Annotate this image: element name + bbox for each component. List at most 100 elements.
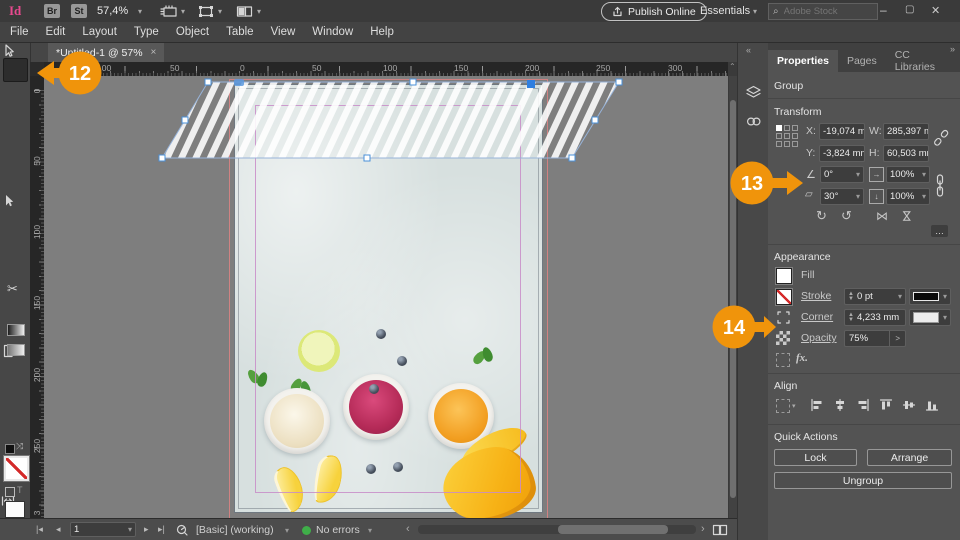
scale-y-field[interactable]: 100% ▾	[886, 188, 930, 205]
rotation-chevron-icon[interactable]: ▾	[854, 170, 860, 179]
stepper-arrows-icon[interactable]: ▲ ▼	[848, 312, 854, 323]
search-input[interactable]	[781, 5, 866, 18]
workspace-chevron-icon[interactable]: ▾	[753, 7, 757, 16]
error-status[interactable]: No errors	[316, 524, 360, 536]
arrange-documents-chevron-icon[interactable]: ▾	[257, 7, 261, 16]
links-panel-icon[interactable]	[745, 115, 763, 128]
rotate-ccw-icon[interactable]: ↺	[841, 208, 852, 224]
view-options-icon[interactable]	[160, 5, 178, 18]
horizontal-scrollbar-thumb[interactable]	[558, 525, 668, 534]
page-chevron-icon[interactable]: ▾	[126, 525, 132, 534]
horizontal-scrollbar[interactable]	[418, 525, 696, 534]
preset-chevron-icon[interactable]: ▾	[285, 526, 289, 535]
menu-type[interactable]: Type	[134, 26, 159, 38]
swap-fill-stroke-icon[interactable]	[5, 444, 15, 454]
stepper-arrows-icon[interactable]: ▲ ▼	[848, 291, 854, 302]
opacity-field[interactable]: 75% >	[844, 330, 906, 347]
x-field[interactable]: -19,074 mm	[819, 123, 865, 140]
align-to-selector[interactable]: ▾	[776, 399, 796, 413]
stroke-weight-chevron-icon[interactable]: ▾	[896, 292, 902, 301]
panel-expand-icon[interactable]: »	[950, 44, 955, 54]
menu-edit[interactable]: Edit	[46, 26, 66, 38]
flip-vertical-icon[interactable]: ⋈	[900, 210, 914, 222]
stock-button[interactable]: St	[71, 4, 87, 18]
close-button[interactable]: ✕	[931, 4, 940, 17]
selected-sheared-object[interactable]	[44, 76, 728, 518]
workspace-switcher[interactable]: Essentials	[700, 5, 750, 17]
preflight-icon[interactable]	[176, 524, 189, 537]
tab-pages[interactable]: Pages	[838, 50, 886, 72]
reference-point-grid[interactable]	[776, 125, 800, 149]
preflight-profile[interactable]: [Basic] (working)	[196, 524, 274, 536]
menu-view[interactable]: View	[271, 26, 296, 38]
scale-x-chevron-icon[interactable]: ▾	[920, 170, 926, 179]
menu-object[interactable]: Object	[176, 26, 209, 38]
corner-style-dropdown[interactable]: ▾	[909, 309, 951, 326]
flip-horizontal-icon[interactable]: ⋈	[876, 209, 888, 223]
opacity-link[interactable]: Opacity	[801, 332, 837, 344]
apply-color-button[interactable]	[5, 501, 25, 518]
shear-field[interactable]: 30° ▾	[820, 188, 864, 205]
align-center-horizontal-icon[interactable]	[832, 397, 848, 413]
scale-x-field[interactable]: 100% ▾	[886, 166, 930, 183]
w-field[interactable]: 285,397 mm	[883, 123, 929, 140]
align-right-icon[interactable]	[855, 397, 871, 413]
stroke-style-chevron-icon[interactable]: ▾	[941, 292, 947, 301]
y-field[interactable]: -3,824 mm	[819, 145, 865, 162]
vertical-ruler[interactable]: 0 50 100 150 200 250 3	[30, 76, 44, 518]
object-style-icon[interactable]	[776, 353, 790, 367]
align-top-icon[interactable]	[878, 397, 894, 413]
scroll-left-button[interactable]: ‹	[406, 523, 410, 535]
menu-window[interactable]: Window	[312, 26, 353, 38]
vertical-scrollbar[interactable]	[729, 76, 737, 518]
tab-cc-libraries[interactable]: CC Libraries	[886, 49, 960, 73]
page-number-field[interactable]: 1 ▾	[70, 522, 136, 537]
effects-fx-button[interactable]: fx.	[796, 352, 808, 364]
transform-more-options-button[interactable]: …	[931, 225, 948, 237]
arrange-documents-icon[interactable]	[236, 5, 253, 18]
layers-panel-icon[interactable]	[745, 85, 762, 100]
formatting-text-icon[interactable]: T	[17, 485, 23, 495]
horizontal-ruler[interactable]: 100 50 0 50 100 150 200 250 300	[44, 62, 728, 76]
menu-help[interactable]: Help	[370, 26, 394, 38]
constrain-proportions-broken-link-icon[interactable]	[933, 127, 949, 149]
menu-table[interactable]: Table	[226, 26, 254, 38]
align-left-icon[interactable]	[809, 397, 825, 413]
zoom-chevron-icon[interactable]: ▾	[138, 7, 142, 16]
view-options-chevron-icon[interactable]: ▾	[181, 7, 185, 16]
opacity-more-button[interactable]: >	[889, 331, 905, 346]
menu-file[interactable]: File	[10, 26, 29, 38]
h-field[interactable]: 60,503 mm	[883, 145, 929, 162]
next-page-button[interactable]: ▸	[144, 524, 149, 535]
gradient-tool-icon[interactable]	[7, 324, 25, 336]
screen-mode-icon[interactable]	[198, 5, 214, 18]
tab-properties[interactable]: Properties	[768, 50, 838, 72]
screen-mode-chevron-icon[interactable]: ▾	[218, 7, 222, 16]
minimize-button[interactable]: –	[880, 3, 887, 17]
active-handle[interactable]	[527, 80, 535, 88]
stock-search-box[interactable]: ⌕	[768, 3, 878, 20]
arrange-button[interactable]: Arrange	[867, 449, 952, 466]
formatting-container-icon[interactable]	[5, 487, 15, 497]
prev-page-button[interactable]: ◂	[56, 524, 61, 535]
swap-arrow-icon[interactable]: ⤨	[16, 441, 23, 452]
first-page-button[interactable]: |◂	[36, 524, 43, 535]
corner-link[interactable]: Corner	[801, 311, 833, 323]
stroke-style-dropdown[interactable]: ▾	[909, 288, 951, 305]
ungroup-button[interactable]: Ungroup	[774, 472, 952, 489]
canvas-pasteboard[interactable]	[44, 76, 728, 518]
collapse-panels-icon[interactable]: «	[746, 45, 751, 55]
zoom-level-value[interactable]: 57,4%	[97, 5, 128, 17]
corner-radius-stepper[interactable]: ▲ ▼ 4,233 mm	[844, 309, 906, 326]
rotate-cw-icon[interactable]: ↻	[816, 208, 827, 224]
stroke-link[interactable]: Stroke	[801, 290, 831, 302]
menu-layout[interactable]: Layout	[82, 26, 117, 38]
striped-parallelogram[interactable]	[161, 81, 620, 159]
corner-style-chevron-icon[interactable]: ▾	[941, 313, 947, 322]
publish-online-button[interactable]: Publish Online	[601, 2, 707, 21]
errors-chevron-icon[interactable]: ▾	[368, 526, 372, 535]
scale-y-chevron-icon[interactable]: ▾	[920, 192, 926, 201]
gradient-feather-tool-icon[interactable]	[7, 344, 25, 356]
align-center-vertical-icon[interactable]	[901, 397, 917, 413]
scissors-tool-icon[interactable]: ✂	[7, 282, 18, 296]
